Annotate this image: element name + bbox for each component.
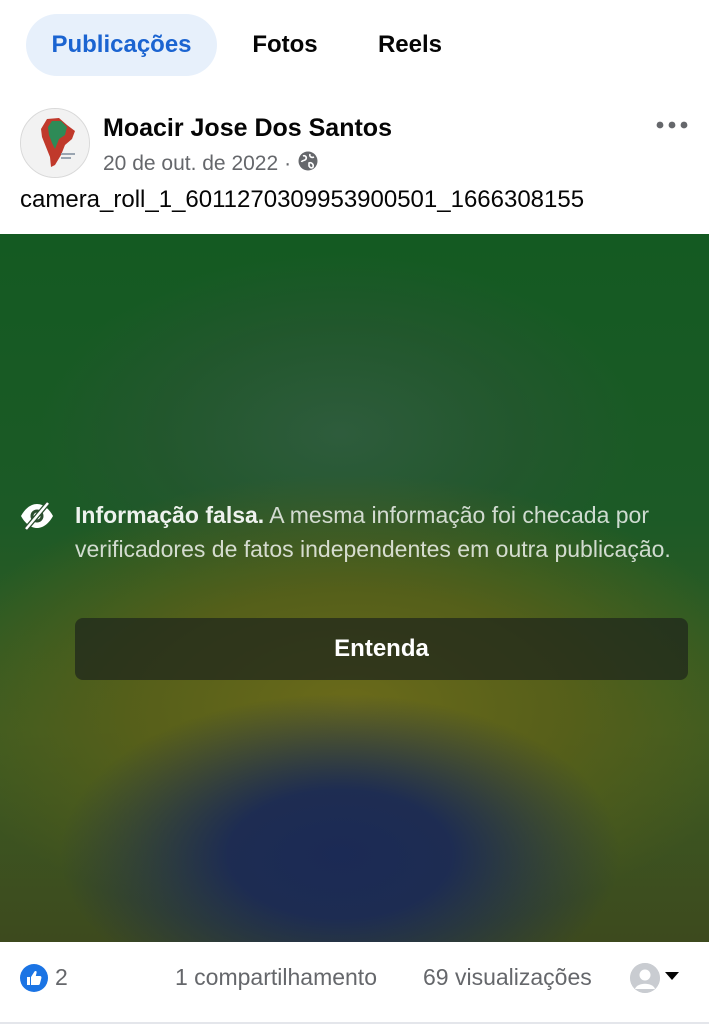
like-icon[interactable] bbox=[20, 964, 48, 992]
eye-slash-icon bbox=[18, 497, 56, 535]
false-info-title: Informação falsa. bbox=[75, 502, 265, 528]
meta-separator: · bbox=[284, 152, 292, 175]
share-count[interactable]: 1 compartilhamento bbox=[175, 964, 377, 991]
profile-tabs: Publicações Fotos Reels bbox=[0, 0, 709, 90]
south-america-map-icon bbox=[21, 109, 89, 177]
view-count: 69 visualizações bbox=[423, 964, 592, 990]
learn-more-button[interactable]: Entenda bbox=[75, 618, 688, 680]
more-options-button[interactable] bbox=[652, 110, 692, 140]
tab-reels[interactable]: Reels bbox=[356, 14, 464, 76]
reaction-count[interactable]: 2 bbox=[55, 964, 68, 991]
user-avatar-icon bbox=[630, 963, 660, 993]
globe-icon bbox=[297, 150, 319, 178]
post-caption: camera_roll_1_6011270309953900501_166630… bbox=[20, 186, 585, 213]
more-dots-icon bbox=[656, 121, 688, 129]
author-avatar[interactable] bbox=[20, 108, 90, 178]
false-info-notice: Informação falsa. A mesma informação foi… bbox=[75, 498, 690, 566]
post-date[interactable]: 20 de out. de 2022 bbox=[103, 152, 278, 176]
author-name[interactable]: Moacir Jose Dos Santos bbox=[103, 114, 392, 143]
post-media-blurred[interactable]: Informação falsa. A mesma informação foi… bbox=[0, 234, 709, 942]
chevron-down-icon bbox=[664, 969, 680, 987]
post-meta: 20 de out. de 2022 · bbox=[103, 150, 319, 178]
tab-fotos[interactable]: Fotos bbox=[232, 14, 338, 76]
tab-publicacoes[interactable]: Publicações bbox=[26, 14, 217, 76]
post-stats-bar: 2 1 compartilhamento 69 visualizações bbox=[0, 942, 709, 1024]
reaction-as-selector[interactable] bbox=[630, 962, 688, 994]
